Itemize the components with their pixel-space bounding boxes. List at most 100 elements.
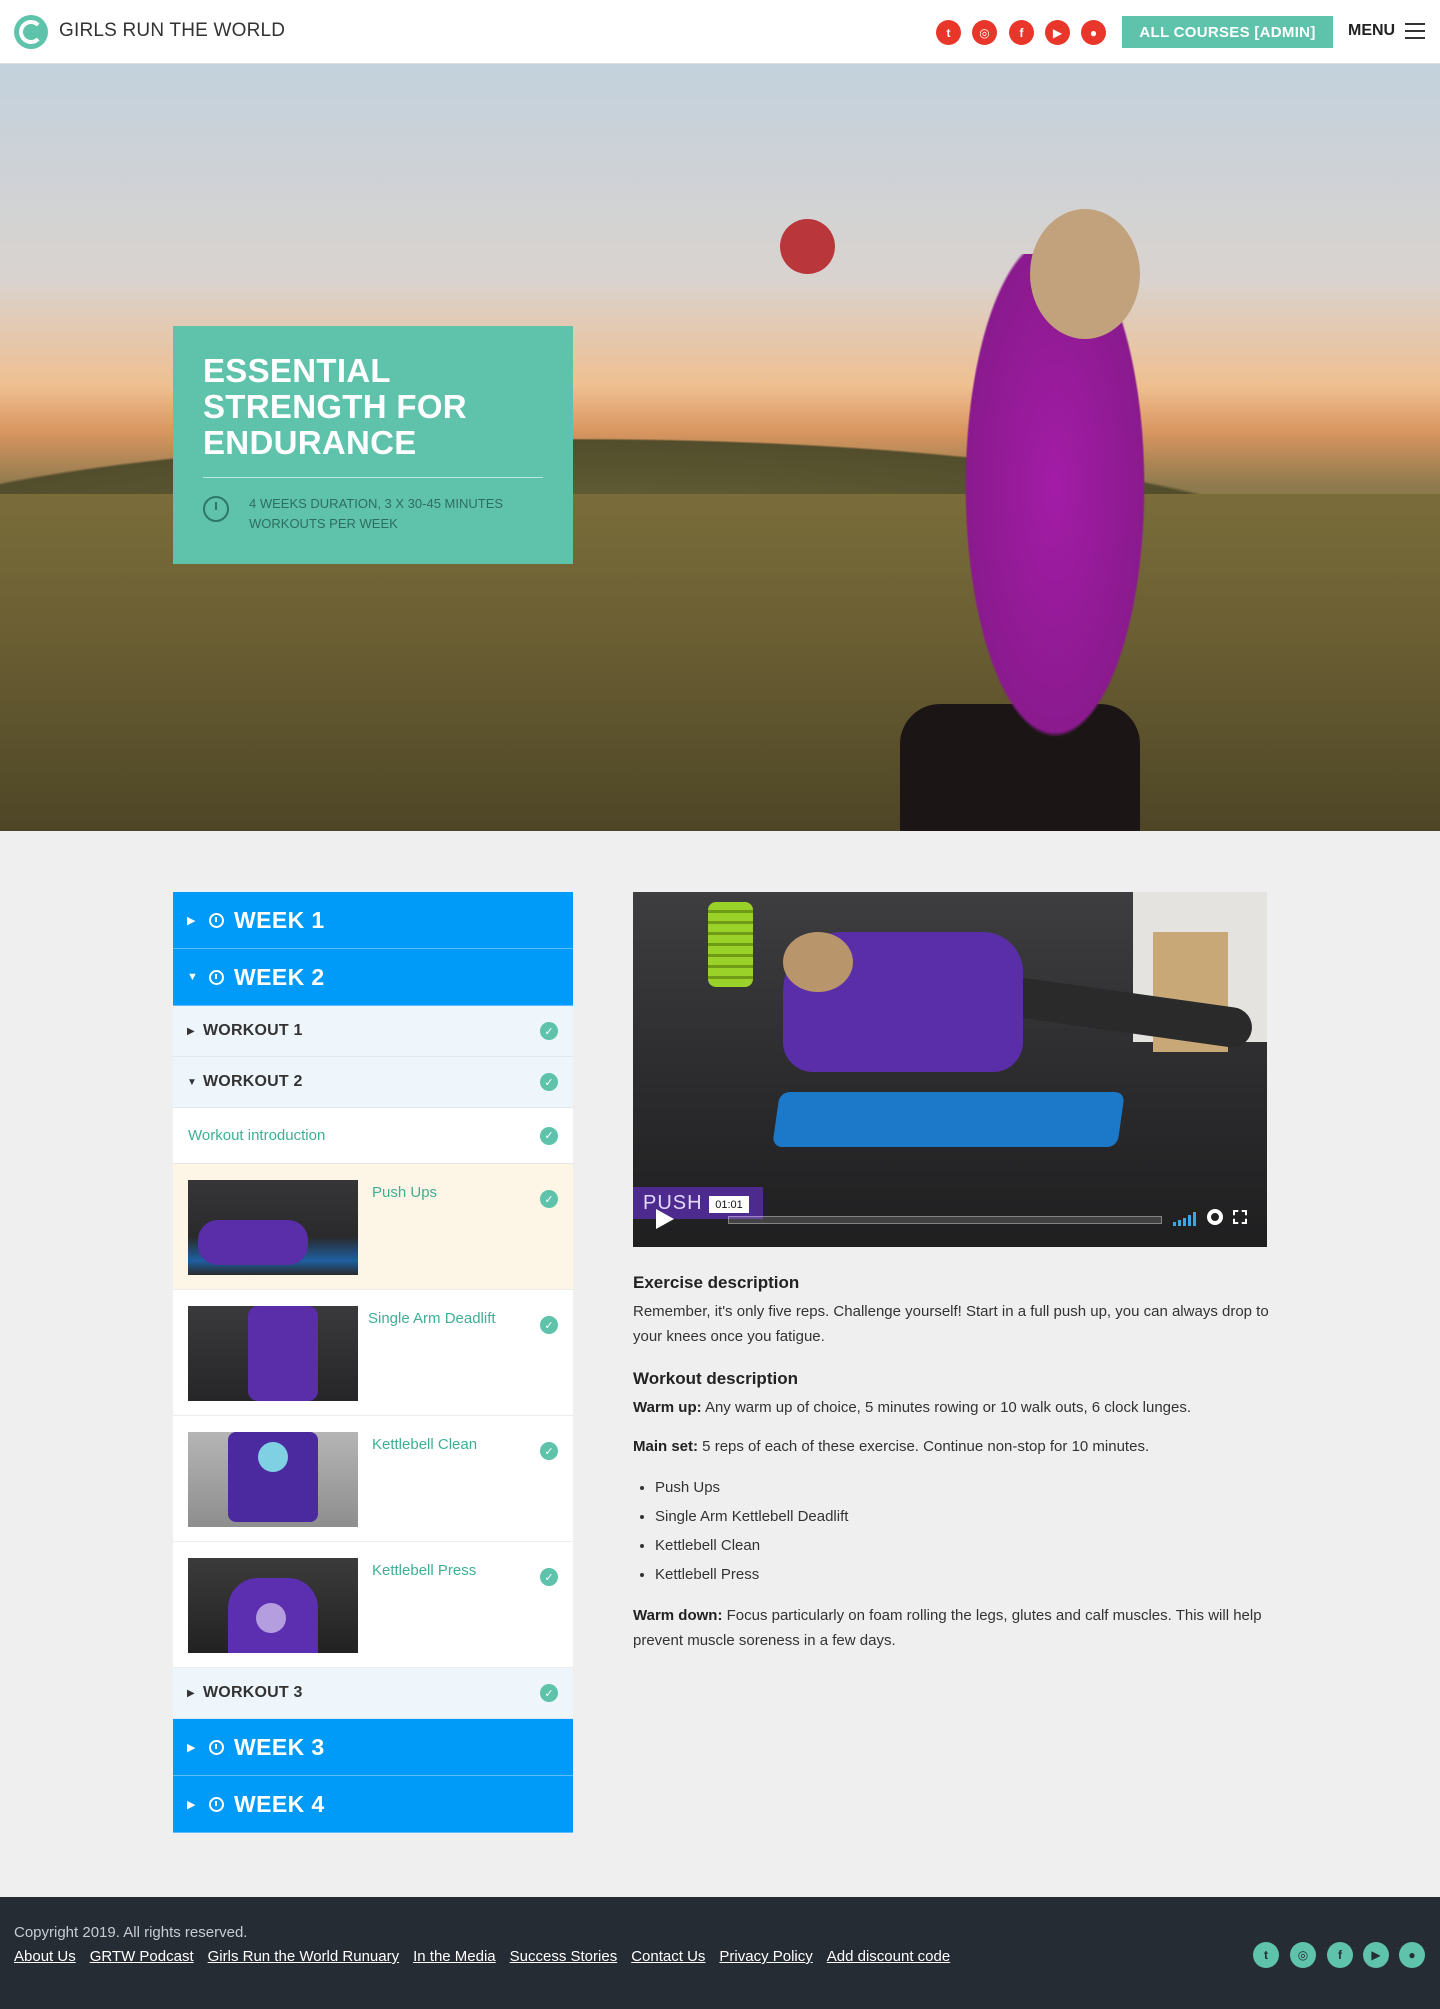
- course-sidebar: ▶ WEEK 1 ▼ WEEK 2 ▶ WORKOUT 1 ✓ ▼ WORKOU…: [173, 892, 573, 1833]
- site-footer: Copyright 2019. All rights reserved. Abo…: [0, 1897, 1440, 2009]
- footer-link-success-stories[interactable]: Success Stories: [510, 1948, 618, 1965]
- exercise-kettlebell-clean[interactable]: Kettlebell Clean ✓: [173, 1416, 573, 1542]
- footer-links: About Us GRTW Podcast Girls Run the Worl…: [14, 1948, 950, 1965]
- youtube-icon[interactable]: ▶: [1045, 20, 1070, 45]
- exercise-name[interactable]: Single Arm Deadlift: [368, 1306, 498, 1331]
- volume-icon[interactable]: [1173, 1212, 1197, 1226]
- workout-1-row[interactable]: ▶ WORKOUT 1 ✓: [173, 1006, 573, 1057]
- copyright-text: Copyright 2019. All rights reserved.: [14, 1924, 248, 1941]
- completed-check-icon: ✓: [540, 1073, 558, 1091]
- completed-check-icon: ✓: [540, 1126, 558, 1145]
- menu-button[interactable]: MENU: [1348, 22, 1395, 40]
- site-header: GIRLS RUN THE WORLD t ◎ f ▶ ● ALL COURSE…: [0, 0, 1440, 64]
- workout-3-row[interactable]: ▶ WORKOUT 3 ✓: [173, 1668, 573, 1719]
- intro-label: Workout introduction: [188, 1127, 326, 1144]
- workout-label: WORKOUT 3: [203, 1684, 303, 1701]
- list-item: Kettlebell Clean: [655, 1531, 1273, 1560]
- hero-athlete: [930, 254, 1180, 831]
- exercise-video-player[interactable]: PUSH 01:01: [633, 892, 1267, 1247]
- hamburger-menu-icon[interactable]: [1405, 23, 1425, 39]
- twitter-icon[interactable]: t: [936, 20, 961, 45]
- workout-2-row[interactable]: ▼ WORKOUT 2 ✓: [173, 1057, 573, 1108]
- completed-check-icon: ✓: [540, 1568, 558, 1586]
- completed-check-icon: ✓: [540, 1316, 558, 1334]
- warm-up-body: Any warm up of choice, 5 minutes rowing …: [701, 1399, 1192, 1416]
- exercise-thumbnail[interactable]: [188, 1432, 358, 1527]
- exercise-single-arm-deadlift[interactable]: Single Arm Deadlift ✓: [173, 1290, 573, 1416]
- week-label: WEEK 1: [234, 906, 325, 933]
- caret-right-icon: ▶: [187, 1687, 195, 1699]
- main-set-text: Main set: 5 reps of each of these exerci…: [633, 1434, 1273, 1459]
- course-title-card: ESSENTIAL STRENGTH FOR ENDURANCE 4 WEEKS…: [173, 326, 573, 564]
- video-progress-bar[interactable]: [728, 1216, 1162, 1224]
- caret-down-icon: ▼: [187, 971, 198, 983]
- video-mat: [772, 1092, 1125, 1147]
- youtube-icon[interactable]: ▶: [1363, 1942, 1389, 1968]
- workout-description-heading: Workout description: [633, 1369, 798, 1388]
- list-item: Kettlebell Press: [655, 1560, 1273, 1589]
- week-label: WEEK 4: [234, 1790, 325, 1817]
- video-time: 01:01: [709, 1196, 749, 1213]
- exercise-push-ups[interactable]: Push Ups ✓: [173, 1164, 573, 1290]
- play-icon[interactable]: [645, 1204, 685, 1234]
- course-duration: 4 WEEKS DURATION, 3 X 30-45 MINUTES WORK…: [249, 496, 504, 531]
- hero-banner: ESSENTIAL STRENGTH FOR ENDURANCE 4 WEEKS…: [0, 64, 1440, 831]
- all-courses-admin-button[interactable]: ALL COURSES [ADMIN]: [1122, 16, 1333, 48]
- exercise-thumbnail[interactable]: [188, 1558, 358, 1653]
- main-set-label: Main set:: [633, 1438, 699, 1455]
- instagram-icon[interactable]: ◎: [1290, 1942, 1316, 1968]
- exercise-name[interactable]: Kettlebell Press: [372, 1558, 502, 1583]
- facebook-icon[interactable]: f: [1009, 20, 1034, 45]
- warm-up-text: Warm up: Any warm up of choice, 5 minute…: [633, 1395, 1273, 1420]
- twitter-icon[interactable]: t: [1253, 1942, 1279, 1968]
- facebook-icon[interactable]: f: [1327, 1942, 1353, 1968]
- stopwatch-icon: [209, 969, 224, 985]
- warm-up-label: Warm up:: [633, 1399, 702, 1416]
- divider: [203, 477, 543, 478]
- hero-athlete-head: [1030, 209, 1140, 339]
- footer-link-about-us[interactable]: About Us: [14, 1948, 76, 1965]
- warm-down-label: Warm down:: [633, 1607, 723, 1624]
- completed-check-icon: ✓: [540, 1442, 558, 1460]
- footer-link-podcast[interactable]: GRTW Podcast: [90, 1948, 194, 1965]
- caret-right-icon: ▶: [187, 1025, 195, 1037]
- exercise-thumbnail[interactable]: [188, 1306, 358, 1401]
- fullscreen-icon[interactable]: [1233, 1210, 1247, 1224]
- week-2-header[interactable]: ▼ WEEK 2: [173, 949, 573, 1006]
- video-athlete-head: [783, 932, 853, 992]
- podcast-icon[interactable]: ●: [1081, 20, 1106, 45]
- brand-logo-icon[interactable]: [14, 15, 48, 49]
- week-4-header[interactable]: ▶ WEEK 4: [173, 1776, 573, 1833]
- exercise-thumbnail[interactable]: [188, 1180, 358, 1275]
- footer-link-contact-us[interactable]: Contact Us: [631, 1948, 705, 1965]
- settings-gear-icon[interactable]: [1207, 1209, 1223, 1225]
- caret-right-icon: ▶: [187, 914, 196, 927]
- week-3-header[interactable]: ▶ WEEK 3: [173, 1719, 573, 1776]
- clock-icon: [203, 496, 229, 522]
- podcast-icon[interactable]: ●: [1399, 1942, 1425, 1968]
- warm-down-body: Focus particularly on foam rolling the l…: [633, 1607, 1262, 1649]
- exercise-name[interactable]: Kettlebell Clean: [372, 1432, 502, 1457]
- workout-label: WORKOUT 2: [203, 1073, 303, 1090]
- warm-down-text: Warm down: Focus particularly on foam ro…: [633, 1603, 1273, 1653]
- caret-right-icon: ▶: [187, 1798, 196, 1811]
- exercise-list: Push Ups Single Arm Kettlebell Deadlift …: [655, 1473, 1273, 1589]
- brand-name[interactable]: GIRLS RUN THE WORLD: [59, 20, 285, 42]
- footer-link-privacy-policy[interactable]: Privacy Policy: [719, 1948, 812, 1965]
- instagram-icon[interactable]: ◎: [972, 20, 997, 45]
- exercise-description-panel: Exercise description Remember, it's only…: [633, 1273, 1273, 1673]
- stopwatch-icon: [209, 1796, 224, 1812]
- completed-check-icon: ✓: [540, 1684, 558, 1702]
- footer-link-in-the-media[interactable]: In the Media: [413, 1948, 496, 1965]
- video-dumbbells: [708, 902, 753, 987]
- list-item: Single Arm Kettlebell Deadlift: [655, 1502, 1273, 1531]
- list-item: Push Ups: [655, 1473, 1273, 1502]
- exercise-name[interactable]: Push Ups: [372, 1180, 502, 1205]
- exercise-kettlebell-press[interactable]: Kettlebell Press ✓: [173, 1542, 573, 1668]
- footer-link-discount-code[interactable]: Add discount code: [827, 1948, 950, 1965]
- footer-link-runuary[interactable]: Girls Run the World Runuary: [208, 1948, 399, 1965]
- workout-introduction-link[interactable]: Workout introduction ✓: [173, 1108, 573, 1164]
- exercise-description-text: Remember, it's only five reps. Challenge…: [633, 1303, 1269, 1345]
- week-1-header[interactable]: ▶ WEEK 1: [173, 892, 573, 949]
- completed-check-icon: ✓: [540, 1022, 558, 1040]
